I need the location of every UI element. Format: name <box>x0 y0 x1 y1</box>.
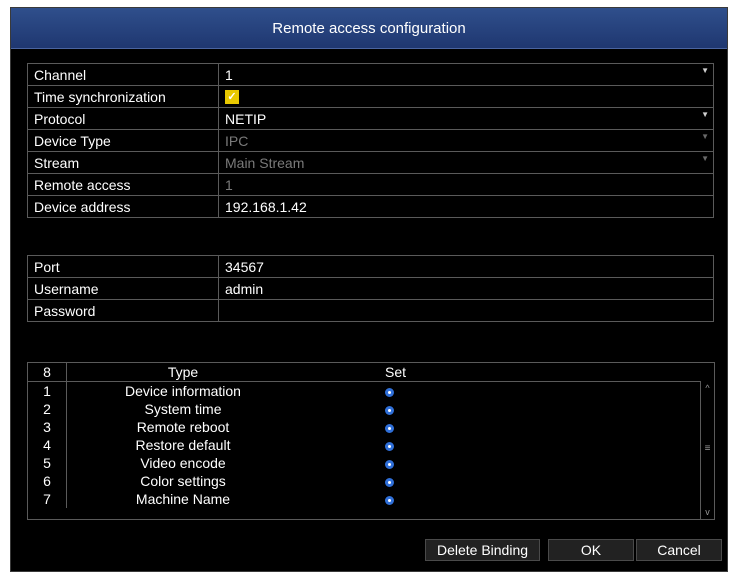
remote-config-list: 8 Type Set 1 Device information 2 System… <box>27 362 715 520</box>
settings-gear-icon[interactable] <box>385 442 394 451</box>
protocol-label: Protocol <box>27 107 219 130</box>
remote-access-dialog: Remote access configuration Channel 1 ▼ T… <box>10 7 728 572</box>
protocol-value: NETIP <box>225 110 267 127</box>
password-input[interactable] <box>218 299 714 322</box>
list-item-type: Remote reboot <box>136 419 230 435</box>
row-protocol: Protocol NETIP ▼ <box>27 107 714 130</box>
settings-gear-icon[interactable] <box>385 460 394 469</box>
settings-table: Channel 1 ▼ Time synchronization ✓ Protoc… <box>27 63 714 218</box>
time-sync-cell: ✓ <box>218 85 714 108</box>
protocol-select[interactable]: NETIP ▼ <box>218 107 714 130</box>
scroll-down-icon[interactable]: v <box>701 507 714 517</box>
list-item-type: Color settings <box>140 473 226 489</box>
row-remote-access: Remote access 1 <box>27 173 714 196</box>
device-address-input[interactable]: 192.168.1.42 <box>218 195 714 218</box>
list-item: 6 Color settings <box>28 472 700 490</box>
scroll-thumb[interactable]: ≡ <box>701 443 714 454</box>
list-count: 8 <box>28 363 67 382</box>
list-item-type: Machine Name <box>135 491 231 507</box>
list-item-number: 5 <box>28 454 67 472</box>
row-username: Username admin <box>27 277 714 300</box>
remote-access-field: 1 <box>218 173 714 196</box>
settings-gear-icon[interactable] <box>385 478 394 487</box>
list-item-number: 3 <box>28 418 67 436</box>
cancel-button[interactable]: Cancel <box>636 539 722 561</box>
list-header: 8 Type Set <box>28 363 700 382</box>
scroll-up-icon[interactable]: ^ <box>701 383 714 393</box>
dropdown-arrow-icon: ▼ <box>701 132 709 141</box>
credentials-table: Port 34567 Username admin Password <box>27 255 714 322</box>
ok-button[interactable]: OK <box>548 539 634 561</box>
list-item-type: Device information <box>125 383 241 399</box>
list-item: 7 Machine Name <box>28 490 700 508</box>
settings-gear-icon[interactable] <box>385 406 394 415</box>
username-input[interactable]: admin <box>218 277 714 300</box>
port-label: Port <box>27 255 219 278</box>
list-item: 1 Device information <box>28 381 700 400</box>
list-item-number: 1 <box>28 381 67 400</box>
dropdown-arrow-icon: ▼ <box>701 110 709 119</box>
row-password: Password <box>27 299 714 322</box>
type-column-header: Type <box>66 363 299 382</box>
dropdown-arrow-icon: ▼ <box>701 66 709 75</box>
time-sync-label: Time synchronization <box>27 85 219 108</box>
settings-gear-icon[interactable] <box>385 424 394 433</box>
stream-select: Main Stream ▼ <box>218 151 714 174</box>
channel-select[interactable]: 1 ▼ <box>218 63 714 86</box>
device-address-label: Device address <box>27 195 219 218</box>
remote-access-label: Remote access <box>27 173 219 196</box>
list-item: 2 System time <box>28 400 700 418</box>
delete-binding-button[interactable]: Delete Binding <box>425 539 540 561</box>
password-label: Password <box>27 299 219 322</box>
channel-value: 1 <box>225 66 233 83</box>
list-item: 3 Remote reboot <box>28 418 700 436</box>
row-stream: Stream Main Stream ▼ <box>27 151 714 174</box>
settings-gear-icon[interactable] <box>385 496 394 505</box>
list-item-number: 7 <box>28 490 67 508</box>
dialog-title: Remote access configuration <box>11 8 727 49</box>
set-column-header: Set <box>299 363 485 382</box>
row-time-sync: Time synchronization ✓ <box>27 85 714 108</box>
list-item-type: Video encode <box>140 455 226 471</box>
list-item: 5 Video encode <box>28 454 700 472</box>
list-scrollbar[interactable]: ^ ≡ v <box>700 381 714 519</box>
stream-value: Main Stream <box>225 154 305 171</box>
dropdown-arrow-icon: ▼ <box>701 154 709 163</box>
device-type-label: Device Type <box>27 129 219 152</box>
row-channel: Channel 1 ▼ <box>27 63 714 86</box>
row-device-type: Device Type IPC ▼ <box>27 129 714 152</box>
list-item-number: 6 <box>28 472 67 490</box>
list-item-type: Restore default <box>135 437 231 453</box>
row-port: Port 34567 <box>27 255 714 278</box>
username-label: Username <box>27 277 219 300</box>
list-item: 4 Restore default <box>28 436 700 454</box>
port-input[interactable]: 34567 <box>218 255 714 278</box>
device-type-select: IPC ▼ <box>218 129 714 152</box>
list-item-type: System time <box>144 401 222 417</box>
stream-label: Stream <box>27 151 219 174</box>
settings-gear-icon[interactable] <box>385 388 394 397</box>
device-type-value: IPC <box>225 132 249 149</box>
list-item-number: 4 <box>28 436 67 454</box>
list-item-number: 2 <box>28 400 67 418</box>
time-sync-checkbox[interactable]: ✓ <box>225 89 239 104</box>
row-device-address: Device address 192.168.1.42 <box>27 195 714 218</box>
channel-label: Channel <box>27 63 219 86</box>
